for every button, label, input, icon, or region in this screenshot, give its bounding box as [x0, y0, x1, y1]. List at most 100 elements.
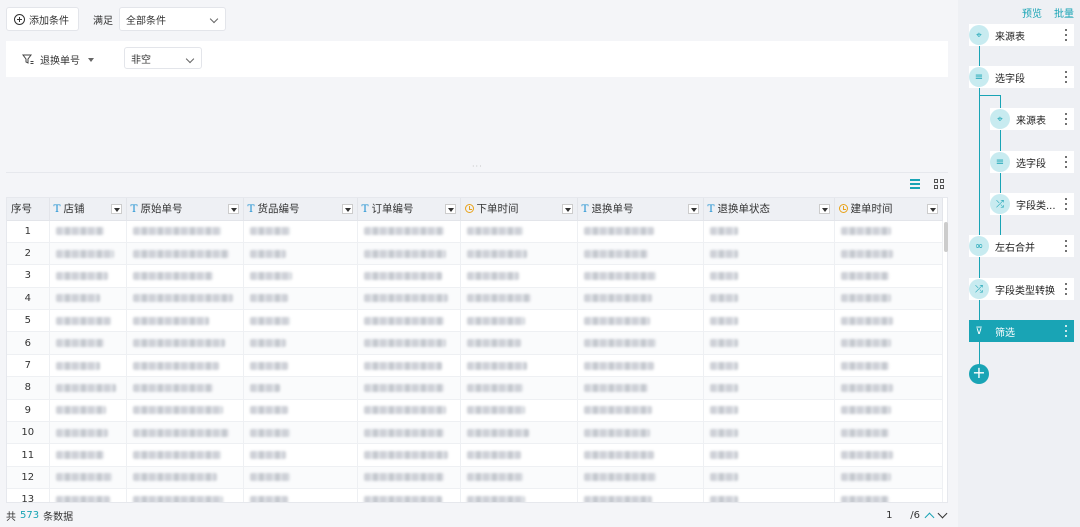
column-menu-icon[interactable] — [227, 204, 239, 214]
more-vertical-icon[interactable] — [1065, 156, 1068, 168]
column-header[interactable]: 序号 — [7, 198, 50, 221]
table-cell[interactable] — [460, 264, 578, 288]
column-header[interactable]: T 退换单号 — [577, 198, 704, 221]
flow-node[interactable]: ∞ 左右合并 — [969, 235, 1074, 257]
column-header[interactable]: 下单时间 — [460, 198, 578, 221]
column-header[interactable]: 建单时间 — [834, 198, 943, 221]
more-vertical-icon[interactable] — [1065, 325, 1068, 337]
page-input[interactable]: 1 — [874, 510, 904, 521]
table-cell[interactable] — [460, 421, 578, 445]
table-cell[interactable] — [243, 264, 358, 288]
table-cell[interactable] — [834, 488, 943, 502]
table-cell[interactable] — [243, 220, 358, 243]
flow-node[interactable]: ⤮ 字段类型转换 — [969, 278, 1074, 300]
column-menu-icon[interactable] — [341, 204, 353, 214]
table-cell[interactable] — [243, 242, 358, 266]
flow-node[interactable]: ≡ 选字段 — [990, 151, 1074, 173]
table-row[interactable]: 11 — [7, 443, 943, 467]
table-cell[interactable] — [460, 242, 578, 266]
column-header[interactable]: T 原始单号 — [126, 198, 244, 221]
table-cell[interactable] — [357, 488, 461, 502]
table-row[interactable]: 9 — [7, 399, 943, 423]
table-cell[interactable] — [577, 399, 704, 423]
table-cell[interactable] — [357, 264, 461, 288]
flow-node[interactable]: ≡ 选字段 — [969, 66, 1074, 88]
table-cell[interactable] — [460, 466, 578, 490]
table-cell[interactable] — [243, 466, 358, 490]
next-page-icon[interactable] — [937, 508, 948, 518]
table-cell[interactable] — [357, 220, 461, 243]
column-header[interactable]: T 店铺 — [49, 198, 127, 221]
table-cell[interactable] — [577, 466, 704, 490]
more-vertical-icon[interactable] — [1065, 71, 1068, 83]
column-menu-icon[interactable] — [444, 204, 456, 214]
table-cell[interactable] — [834, 220, 943, 243]
more-vertical-icon[interactable] — [1065, 113, 1068, 125]
table-row[interactable]: 2 — [7, 242, 943, 266]
table-cell[interactable] — [577, 488, 704, 502]
table-cell[interactable] — [577, 354, 704, 378]
table-scrollbar[interactable] — [944, 222, 948, 252]
table-cell[interactable] — [49, 220, 127, 243]
table-cell[interactable] — [460, 488, 578, 502]
table-cell[interactable] — [243, 376, 358, 400]
table-cell[interactable] — [126, 309, 244, 333]
table-row[interactable]: 8 — [7, 376, 943, 400]
table-cell[interactable] — [126, 466, 244, 490]
add-node-button[interactable]: + — [969, 364, 989, 384]
table-cell[interactable] — [577, 309, 704, 333]
match-mode-select[interactable]: 全部条件 — [119, 7, 226, 31]
table-cell[interactable] — [126, 354, 244, 378]
table-cell[interactable] — [834, 376, 943, 400]
table-cell[interactable] — [834, 287, 943, 311]
table-cell[interactable] — [357, 287, 461, 311]
table-cell[interactable] — [49, 376, 127, 400]
table-cell[interactable] — [703, 331, 835, 355]
table-cell[interactable] — [460, 399, 578, 423]
grid-view-icon[interactable] — [934, 179, 944, 189]
column-menu-icon[interactable] — [561, 204, 573, 214]
condition-field-select[interactable]: 退换单号 — [22, 52, 94, 67]
table-cell[interactable] — [357, 399, 461, 423]
batch-link[interactable]: 批量 — [1054, 5, 1074, 20]
resize-handle[interactable]: ··· — [472, 162, 483, 171]
table-cell[interactable] — [577, 331, 704, 355]
table-cell[interactable] — [49, 421, 127, 445]
table-cell[interactable] — [126, 287, 244, 311]
table-cell[interactable] — [703, 421, 835, 445]
table-cell[interactable] — [49, 287, 127, 311]
table-cell[interactable] — [834, 264, 943, 288]
table-cell[interactable] — [49, 443, 127, 467]
table-cell[interactable] — [357, 354, 461, 378]
condition-operator-select[interactable]: 非空 — [124, 47, 202, 69]
table-cell[interactable] — [243, 309, 358, 333]
table-cell[interactable] — [577, 220, 704, 243]
table-cell[interactable] — [126, 242, 244, 266]
more-vertical-icon[interactable] — [1065, 240, 1068, 252]
table-cell[interactable] — [460, 220, 578, 243]
table-cell[interactable] — [357, 309, 461, 333]
table-cell[interactable] — [577, 242, 704, 266]
table-cell[interactable] — [460, 443, 578, 467]
table-cell[interactable] — [703, 309, 835, 333]
add-condition-button[interactable]: 添加条件 — [6, 7, 79, 31]
table-cell[interactable] — [460, 287, 578, 311]
table-row[interactable]: 1 — [7, 220, 943, 243]
flow-node[interactable]: ⌖ 来源表 — [969, 24, 1074, 46]
column-header[interactable]: T 货品编号 — [243, 198, 358, 221]
table-cell[interactable] — [703, 488, 835, 502]
table-cell[interactable] — [49, 242, 127, 266]
more-vertical-icon[interactable] — [1065, 29, 1068, 41]
table-cell[interactable] — [460, 331, 578, 355]
table-cell[interactable] — [703, 220, 835, 243]
table-cell[interactable] — [834, 354, 943, 378]
table-cell[interactable] — [834, 466, 943, 490]
table-cell[interactable] — [243, 287, 358, 311]
flow-node[interactable]: ⊽ 筛选 — [969, 320, 1074, 342]
table-cell[interactable] — [834, 443, 943, 467]
list-view-icon[interactable] — [910, 179, 920, 189]
table-cell[interactable] — [577, 287, 704, 311]
table-cell[interactable] — [357, 443, 461, 467]
more-vertical-icon[interactable] — [1065, 283, 1068, 295]
table-cell[interactable] — [243, 443, 358, 467]
